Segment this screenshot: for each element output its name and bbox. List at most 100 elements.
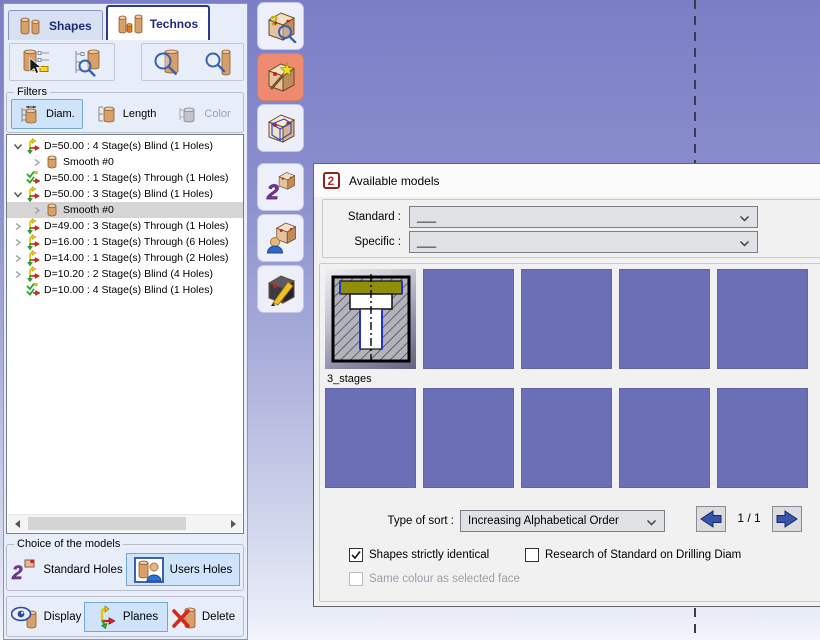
side-toolbar-help-search-button[interactable]: ? xyxy=(257,2,304,50)
model-tile-label xyxy=(717,488,808,507)
tree-row-label: D=50.00 : 1 Stage(s) Through (1 Holes) xyxy=(44,172,229,184)
model-cell xyxy=(325,388,416,507)
search-cylinder-icon xyxy=(203,47,233,77)
scroll-right-icon xyxy=(231,520,240,528)
tree-row[interactable]: Smooth #0 xyxy=(7,154,243,170)
tab-label: Shapes xyxy=(49,19,92,33)
scrollbar-thumb[interactable] xyxy=(28,517,186,530)
side-toolbar-face-wireframe-button[interactable] xyxy=(257,104,304,152)
button-label: Users Holes xyxy=(170,564,233,576)
shapes-cylinders-icon xyxy=(19,16,43,36)
expander-closed-icon[interactable] xyxy=(13,238,23,247)
model-cell xyxy=(619,269,710,388)
filter-length-button[interactable]: Length xyxy=(88,99,165,129)
filters-group: Filters Diam.LengthColor xyxy=(6,92,244,133)
checkbox-box[interactable] xyxy=(525,548,539,562)
hole-pick-icon xyxy=(21,47,51,77)
tree-row[interactable]: D=50.00 : 1 Stage(s) Through (1 Holes) xyxy=(7,170,243,186)
field-select[interactable]: ___ xyxy=(409,206,758,228)
model-tile-label xyxy=(619,488,710,507)
tree-horizontal-scrollbar[interactable] xyxy=(8,514,242,532)
models-choice-group: Choice of the models 2Standard HolesUser… xyxy=(6,544,244,591)
expander-closed-icon[interactable] xyxy=(13,254,23,263)
model-tile-label xyxy=(521,369,612,388)
model-cell xyxy=(423,388,514,507)
filter-row: Diam.LengthColor xyxy=(7,93,243,132)
filter-label: Diam. xyxy=(46,108,75,120)
expander-open-icon[interactable] xyxy=(13,142,23,151)
filter-diam-button[interactable]: Diam. xyxy=(11,99,83,129)
expander-closed-icon[interactable] xyxy=(32,206,42,215)
search-large-button[interactable] xyxy=(149,46,185,78)
side-toolbar-standard-model-button[interactable]: 2 xyxy=(257,163,304,211)
plane-axis-icon xyxy=(25,138,41,154)
tree-row[interactable]: D=50.00 : 3 Stage(s) Blind (1 Holes) xyxy=(7,186,243,202)
tree-row-label: D=10.20 : 2 Stage(s) Blind (4 Holes) xyxy=(44,268,213,280)
users-holes-icon xyxy=(134,557,164,583)
page-indicator: 1 / 1 xyxy=(728,511,770,525)
hole-tools-group xyxy=(9,43,115,81)
checkbox-shapes-strictly-identical[interactable]: Shapes strictly identical xyxy=(349,547,489,563)
checkbox-box[interactable] xyxy=(349,548,363,562)
expander-open-icon[interactable] xyxy=(13,190,23,199)
delete-button[interactable]: Delete xyxy=(170,602,236,632)
tree-row[interactable]: D=16.00 : 1 Stage(s) Through (6 Holes) xyxy=(7,234,243,250)
tree-row[interactable]: D=50.00 : 4 Stage(s) Blind (1 Holes) xyxy=(7,138,243,154)
display-button[interactable]: Display xyxy=(10,602,82,632)
model-tile[interactable] xyxy=(619,388,710,488)
tree-row-label: Smooth #0 xyxy=(63,204,114,216)
tree-row[interactable]: D=14.00 : 1 Stage(s) Through (2 Holes) xyxy=(7,250,243,266)
tree-row[interactable]: Smooth #0 xyxy=(7,202,243,218)
standard-holes-button[interactable]: 2Standard Holes xyxy=(10,553,124,586)
model-tile[interactable] xyxy=(619,269,710,369)
model-tile[interactable] xyxy=(521,388,612,488)
hole-tree-rows: D=50.00 : 4 Stage(s) Blind (1 Holes)Smoo… xyxy=(7,138,243,298)
expander-closed-icon[interactable] xyxy=(32,158,42,167)
models-choice-label: Choice of the models xyxy=(14,538,123,550)
model-cell xyxy=(717,388,808,507)
checkbox-research-of-standard-on-drilling-diam[interactable]: Research of Standard on Drilling Diam xyxy=(525,547,741,563)
svg-text:2: 2 xyxy=(328,174,335,188)
filter-color-icon xyxy=(177,104,199,124)
expander-closed-icon[interactable] xyxy=(13,270,23,279)
sort-label: Type of sort : xyxy=(320,515,454,527)
model-tile[interactable] xyxy=(717,269,808,369)
model-tile-3_stages[interactable] xyxy=(325,269,416,369)
scroll-left-button[interactable] xyxy=(8,515,25,532)
hole-tree: D=50.00 : 4 Stage(s) Blind (1 Holes)Smoo… xyxy=(6,134,244,534)
expander-closed-icon[interactable] xyxy=(13,222,23,231)
side-toolbar-edit-pencil-button[interactable] xyxy=(257,265,304,313)
search-cylinder-button[interactable] xyxy=(200,46,236,78)
tree-row[interactable]: D=10.00 : 4 Stage(s) Blind (1 Holes) xyxy=(7,282,243,298)
side-toolbar-magic-wand-button[interactable] xyxy=(257,53,304,101)
users-holes-button[interactable]: Users Holes xyxy=(126,553,240,586)
next-page-button[interactable] xyxy=(772,506,802,532)
actions-group: DisplayPlanesDelete xyxy=(6,596,244,637)
tree-row[interactable]: D=49.00 : 3 Stage(s) Through (1 Holes) xyxy=(7,218,243,234)
display-eye-icon xyxy=(11,605,39,629)
model-tile[interactable] xyxy=(423,388,514,488)
checkbox-label: Same colour as selected face xyxy=(369,573,520,585)
plane-axis-icon xyxy=(25,186,41,202)
model-cell: 3_stages xyxy=(325,269,416,388)
model-tile[interactable] xyxy=(423,269,514,369)
tab-technos[interactable]: Technos xyxy=(106,5,210,40)
model-tile[interactable] xyxy=(325,388,416,488)
sort-order-select[interactable]: Increasing Alphabetical Order xyxy=(460,510,665,532)
tab-shapes[interactable]: Shapes xyxy=(8,10,103,40)
filter-label: Length xyxy=(123,108,157,120)
hole-pick-button[interactable] xyxy=(18,46,54,78)
field-select[interactable]: ___ xyxy=(409,231,758,253)
previous-page-button[interactable] xyxy=(696,506,726,532)
field-value: ___ xyxy=(417,211,436,223)
dialog-title-bar: 2 Available models xyxy=(314,164,820,197)
side-toolbar-user-model-button[interactable] xyxy=(257,214,304,262)
scroll-right-button[interactable] xyxy=(225,515,242,532)
hole-search-tree-button[interactable] xyxy=(70,46,106,78)
button-label: Display xyxy=(44,611,82,623)
tree-row[interactable]: D=10.20 : 2 Stage(s) Blind (4 Holes) xyxy=(7,266,243,282)
planes-button[interactable]: Planes xyxy=(84,602,168,632)
available-models-dialog: 2 Available models Standard :___Specific… xyxy=(313,163,820,607)
model-tile[interactable] xyxy=(521,269,612,369)
model-tile[interactable] xyxy=(717,388,808,488)
